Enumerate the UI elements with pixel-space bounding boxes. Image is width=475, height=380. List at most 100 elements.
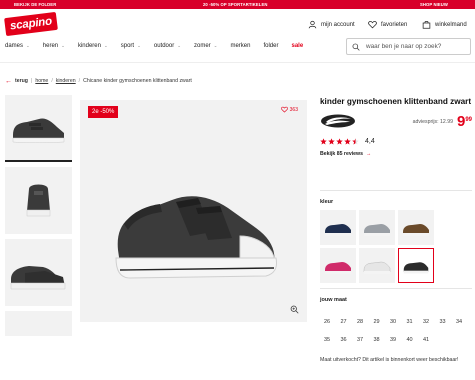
nav-label: heren	[42, 43, 59, 49]
search-input[interactable]	[366, 43, 466, 50]
nav-item-dames[interactable]: dames ⌄	[5, 43, 30, 49]
size-option[interactable]: 40	[403, 333, 417, 347]
shoe-thumb-image	[325, 262, 351, 274]
star-icon	[336, 138, 343, 145]
color-swatch-white[interactable]	[359, 248, 395, 283]
size-option[interactable]: 35	[320, 333, 334, 347]
star-icon	[344, 138, 351, 145]
thumbnail-4[interactable]	[5, 311, 72, 336]
size-option[interactable]: 33	[436, 315, 450, 329]
promo-bar: BEKIJK DE FOLDER 20 -50% OP SPORTARTIKEL…	[0, 0, 475, 9]
shoe-thumb-image	[364, 224, 390, 236]
nav-label: folder	[263, 43, 279, 49]
size-option[interactable]: 28	[353, 315, 367, 329]
color-swatch-grey[interactable]	[359, 210, 395, 245]
reviews-link[interactable]: Bekijk 85 reviews →	[320, 151, 472, 157]
thumbnail-list	[5, 95, 72, 341]
nav-item-outdoor[interactable]: outdoor ⌄	[154, 43, 181, 49]
main-nav: dames ⌄ heren ⌄ kinderen ⌄ sport ⌄ outdoor ⌄ …	[5, 43, 316, 49]
star-half-icon	[352, 138, 359, 145]
search-icon[interactable]	[352, 43, 360, 51]
chevron-down-icon: ⌄	[177, 43, 181, 48]
color-swatches	[320, 210, 435, 283]
nav-label: outdoor	[153, 43, 175, 49]
chevron-down-icon: ⌄	[26, 43, 30, 48]
nav-item-zomer[interactable]: zomer ⌄	[194, 43, 217, 49]
color-swatch-navy[interactable]	[320, 210, 356, 245]
arrow-left-icon: ←	[5, 77, 12, 85]
size-option[interactable]: 26	[320, 315, 334, 329]
color-swatch-black-selected[interactable]	[398, 248, 434, 283]
size-option[interactable]: 37	[353, 333, 367, 347]
brand-price-row: adviesprijs: 12.99 999	[320, 112, 472, 130]
account-link[interactable]: mijn account	[308, 20, 355, 29]
breadcrumb-current: Chicane kinder gymschoenen klittenband z…	[83, 78, 192, 84]
brand-logo-swoosh-icon[interactable]	[320, 114, 356, 128]
rating: 4,4	[320, 138, 472, 145]
nav-label: dames	[5, 43, 24, 49]
size-section-label: jouw maat	[320, 297, 347, 303]
breadcrumb-kinderen[interactable]: kinderen	[56, 78, 76, 84]
nav-label: sale	[291, 43, 304, 49]
size-option[interactable]: 36	[337, 333, 351, 347]
promo-center-link[interactable]: 20 -50% OP SPORTARTIKELEN	[203, 2, 267, 7]
breadcrumb-separator: |	[30, 78, 33, 84]
price-cents: 99	[465, 116, 472, 123]
chevron-down-icon: ⌄	[61, 43, 65, 48]
thumbnail-3[interactable]	[5, 239, 72, 306]
shoe-thumb-image	[403, 262, 429, 274]
logo-text: scapino	[9, 15, 53, 33]
size-option[interactable]: 34	[452, 315, 466, 329]
size-option[interactable]: 29	[370, 315, 384, 329]
nav-label: merken	[230, 43, 251, 49]
size-option[interactable]: 39	[386, 333, 400, 347]
scapino-logo[interactable]: scapino	[4, 11, 58, 37]
color-swatch-pink[interactable]	[320, 248, 356, 283]
breadcrumb-separator: /	[78, 78, 81, 84]
promo-left-link[interactable]: BEKIJK DE FOLDER	[14, 2, 56, 7]
thumbnail-1[interactable]	[5, 95, 72, 162]
product-title: kinder gymschoenen klittenband zwart	[320, 97, 472, 106]
back-link[interactable]: ← terug	[5, 77, 28, 85]
product-info: kinder gymschoenen klittenband zwart adv…	[320, 97, 472, 157]
section-divider	[320, 190, 472, 191]
shoe-side-image	[12, 118, 65, 143]
chevron-down-icon: ⌄	[213, 43, 218, 48]
size-option[interactable]: 32	[419, 315, 433, 329]
star-icon	[320, 138, 327, 145]
nav-item-sport[interactable]: sport ⌄	[121, 43, 141, 49]
size-option[interactable]: 27	[337, 315, 351, 329]
zoom-icon[interactable]	[290, 305, 299, 314]
size-option[interactable]: 38	[370, 333, 384, 347]
advice-price: adviesprijs: 12.99	[412, 118, 453, 125]
rating-value: 4,4	[365, 138, 375, 145]
size-option[interactable]: 41	[419, 333, 433, 347]
promo-right-link[interactable]: SHOP NIEUW	[420, 2, 448, 7]
chevron-down-icon: ⌄	[137, 43, 141, 48]
product-main-image[interactable]: 2e -50% 363	[80, 100, 307, 322]
shoe-back-image	[26, 184, 51, 217]
breadcrumb-home[interactable]: home	[35, 78, 48, 84]
star-icon	[328, 138, 335, 145]
nav-label: zomer	[194, 43, 211, 49]
shoe-pair-image	[10, 266, 66, 290]
cart-bag-icon	[422, 21, 431, 29]
nav-item-merken[interactable]: merken	[230, 43, 250, 49]
cart-link[interactable]: winkelmand	[422, 20, 467, 29]
price-block: adviesprijs: 12.99 999	[413, 114, 472, 129]
shoe-thumb-image	[403, 224, 429, 236]
favorites-link[interactable]: favorieten	[368, 20, 407, 29]
shoe-thumb-image	[363, 261, 391, 274]
reviews-label: Bekijk 85 reviews	[320, 151, 363, 157]
breadcrumb: ← terug | home / kinderen / Chicane kinde…	[5, 77, 192, 85]
size-option[interactable]: 30	[386, 315, 400, 329]
nav-item-sale[interactable]: sale	[291, 43, 303, 49]
size-option[interactable]: 31	[403, 315, 417, 329]
shoe-main-image	[115, 196, 277, 279]
shoe-thumb-image	[325, 224, 351, 236]
nav-item-folder[interactable]: folder	[263, 43, 278, 49]
color-swatch-brown[interactable]	[398, 210, 434, 245]
nav-item-kinderen[interactable]: kinderen ⌄	[78, 43, 108, 49]
thumbnail-2[interactable]	[5, 167, 72, 234]
nav-item-heren[interactable]: heren ⌄	[43, 43, 65, 49]
